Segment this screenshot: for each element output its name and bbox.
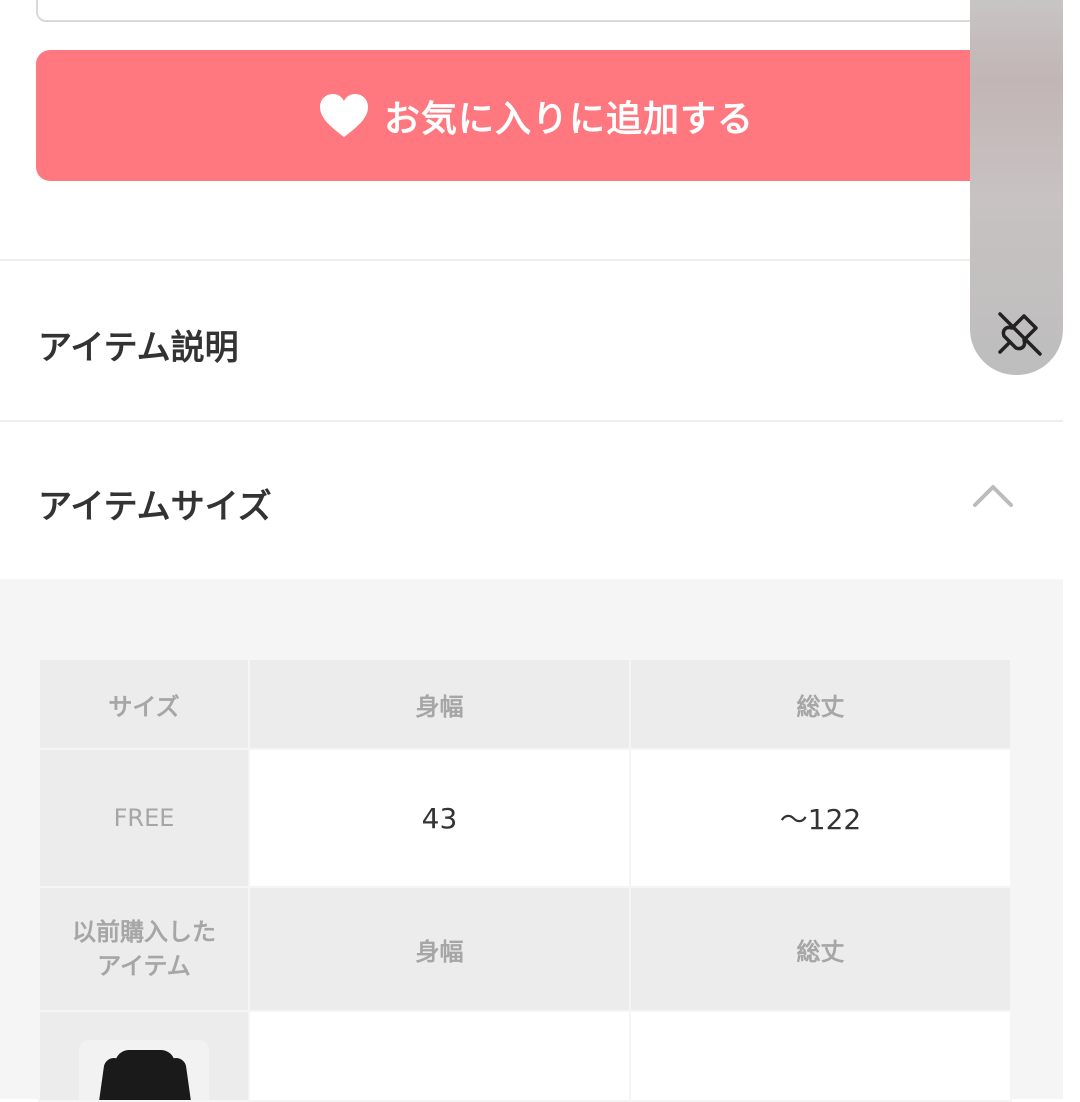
- top-input-field[interactable]: [36, 0, 1036, 22]
- divider: [0, 259, 1063, 261]
- add-to-favorites-button[interactable]: お気に入りに追加する: [36, 50, 1036, 181]
- size-table: サイズ 身幅 総丈 FREE 43 ～122 以前購入した アイテム 身幅 総丈: [38, 658, 1012, 1102]
- previous-header-length: 総丈: [629, 886, 1012, 1012]
- previous-item-label-line1: 以前購入した: [72, 918, 216, 946]
- previous-item-row: [38, 1010, 1012, 1102]
- header-width: 身幅: [248, 658, 631, 750]
- previous-item-label-line2: アイテム: [97, 952, 191, 980]
- chevron-up-icon[interactable]: [972, 482, 1014, 508]
- unpin-icon[interactable]: [994, 308, 1044, 358]
- header-length: 総丈: [629, 658, 1012, 750]
- garment-image: [115, 1050, 175, 1100]
- previous-length-value: [629, 1010, 1012, 1102]
- width-value: 43: [248, 748, 631, 888]
- previous-header-width: 身幅: [248, 886, 631, 1012]
- previous-item-thumbnail-cell: [38, 1010, 250, 1102]
- previous-item-thumbnail[interactable]: [79, 1040, 209, 1100]
- header-size: サイズ: [38, 658, 250, 750]
- previous-width-value: [248, 1010, 631, 1102]
- previous-item-label: 以前購入した アイテム: [38, 886, 250, 1012]
- item-description-header[interactable]: アイテム説明: [38, 320, 239, 369]
- previous-item-header-row: 以前購入した アイテム 身幅 総丈: [38, 886, 1012, 1012]
- item-size-header[interactable]: アイテムサイズ: [38, 479, 272, 528]
- heart-icon: [319, 93, 368, 137]
- divider: [0, 420, 1063, 422]
- add-to-favorites-label: お気に入りに追加する: [383, 98, 754, 140]
- table-header-row: サイズ 身幅 総丈: [38, 658, 1012, 750]
- table-row: FREE 43 ～122: [38, 748, 1012, 888]
- size-label: FREE: [38, 748, 250, 888]
- length-value: ～122: [629, 748, 1012, 888]
